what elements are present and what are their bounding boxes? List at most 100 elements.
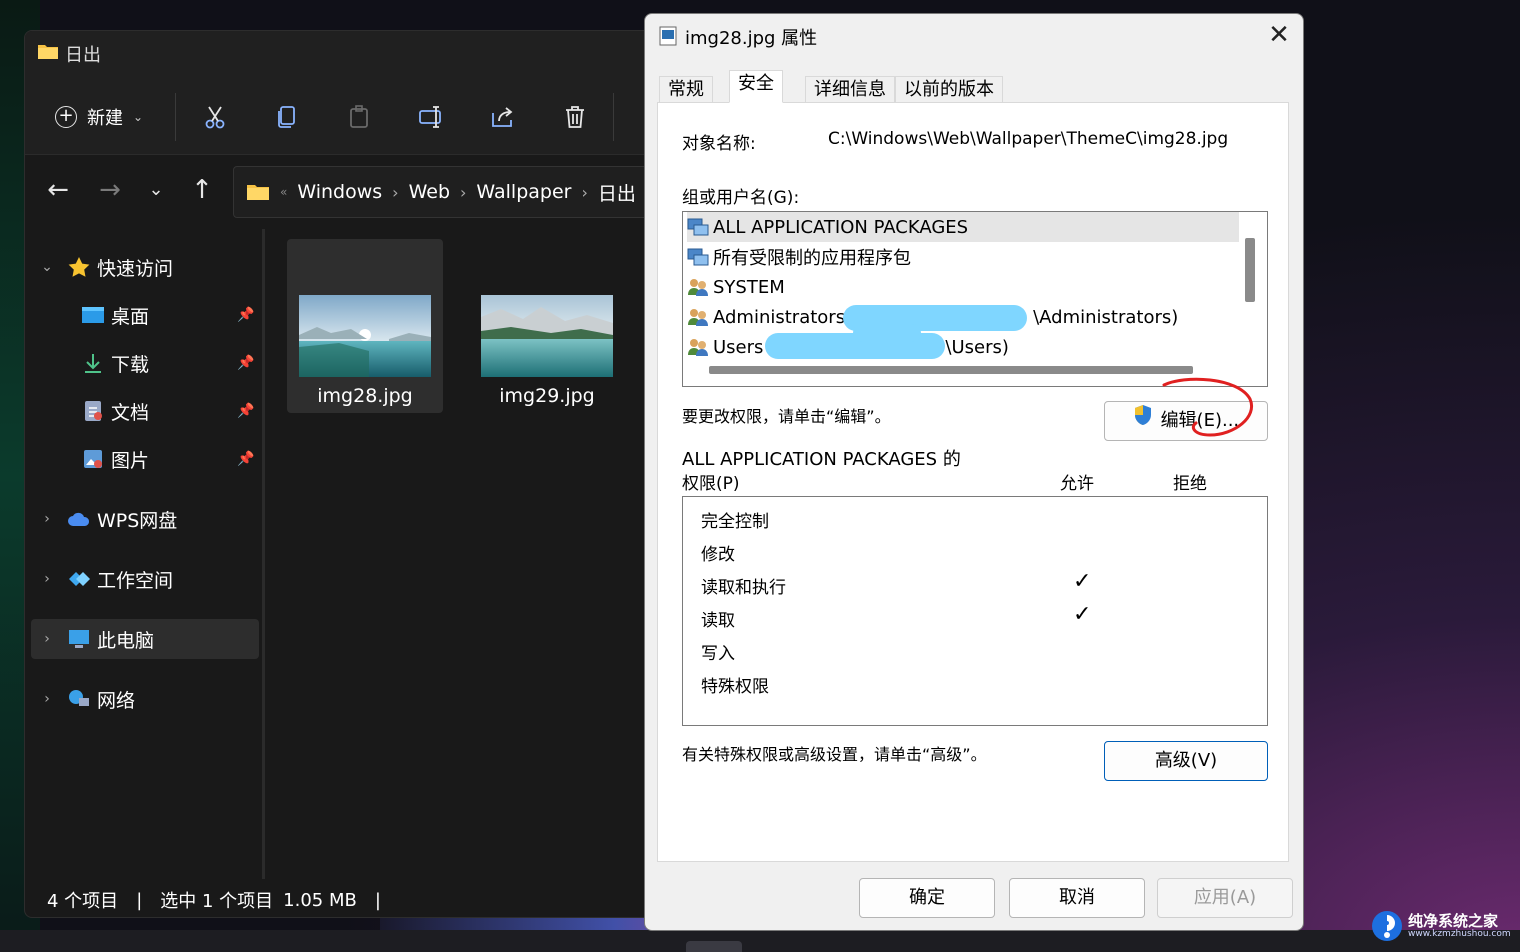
breadcrumb-windows[interactable]: Windows — [297, 181, 382, 203]
permission-read-execute: 读取和执行 — [701, 578, 786, 598]
users-group-icon — [688, 279, 708, 296]
expand-chevron-icon[interactable]: › — [37, 631, 57, 647]
tab-general[interactable]: 常规 — [659, 76, 713, 102]
security-panel: 对象名称: C:\Windows\Web\Wallpaper\ThemeC\im… — [657, 102, 1289, 862]
redaction-mark — [853, 324, 921, 342]
tab-security[interactable]: 安全 — [729, 70, 783, 103]
pin-icon[interactable]: 📌 — [237, 355, 254, 371]
apply-button[interactable]: 应用(A) — [1157, 878, 1293, 918]
sidebar-item-label: 桌面 — [111, 305, 150, 328]
documents-icon — [81, 400, 105, 422]
expand-chevron-icon[interactable]: › — [37, 691, 57, 707]
sidebar-item-label: 文档 — [111, 401, 150, 424]
toolbar-divider — [613, 93, 614, 141]
breadcrumb-separator-icon: › — [581, 182, 588, 202]
ok-button[interactable]: 确定 — [859, 878, 995, 918]
share-icon[interactable] — [489, 103, 517, 131]
breadcrumb-web[interactable]: Web — [409, 181, 450, 203]
copy-icon[interactable] — [273, 103, 301, 131]
close-icon[interactable]: ✕ — [1263, 20, 1295, 52]
sidebar-item-label: 此电脑 — [97, 629, 155, 652]
group-suffix: \Administrators) — [1033, 306, 1179, 328]
command-bar: + 新建 ⌄ — [25, 73, 663, 155]
sidebar-item-workspace[interactable]: › 工作空间 — [37, 559, 173, 599]
sidebar-item-label: 工作空间 — [97, 569, 174, 592]
sidebar-item-label: 网络 — [97, 689, 136, 712]
delete-icon[interactable] — [561, 103, 589, 131]
group-user-label: 组或用户名(G): — [682, 188, 800, 208]
image-thumbnail — [299, 295, 431, 377]
sidebar-item-label: 图片 — [111, 449, 150, 472]
window-title: 日出 — [65, 45, 101, 66]
expand-chevron-icon[interactable]: › — [37, 571, 57, 587]
sidebar-item-label: 快速访问 — [97, 257, 174, 280]
paste-icon[interactable] — [345, 103, 373, 131]
permissions-list[interactable]: 完全控制 修改 读取和执行 ✓ 读取 ✓ 写入 特殊权限 — [682, 496, 1268, 726]
object-path: C:\Windows\Web\Wallpaper\ThemeC\img28.jp… — [828, 129, 1229, 149]
rename-icon[interactable] — [417, 103, 445, 131]
up-arrow-icon[interactable]: ↑ — [187, 175, 217, 205]
sidebar-item-desktop[interactable]: 桌面 — [81, 295, 149, 335]
group-user-list[interactable]: ALL APPLICATION PACKAGES 所有受限制的应用程序包 SYS… — [682, 211, 1268, 387]
vertical-scrollbar[interactable] — [1245, 238, 1255, 302]
sidebar-item-documents[interactable]: 文档 — [81, 391, 149, 431]
advanced-button[interactable]: 高级(V) — [1104, 741, 1268, 781]
list-item-all-app-packages[interactable]: ALL APPLICATION PACKAGES — [687, 212, 1239, 242]
expand-chevron-icon[interactable]: › — [37, 511, 57, 527]
uac-shield-icon — [1133, 402, 1153, 440]
group-name: ALL APPLICATION PACKAGES — [713, 216, 969, 238]
recent-locations-chevron-icon[interactable]: ⌄ — [141, 175, 171, 205]
cut-icon[interactable] — [201, 103, 229, 131]
plus-icon: + — [55, 106, 77, 128]
horizontal-scrollbar[interactable] — [709, 366, 1193, 374]
file-explorer-window: 日出 + 新建 ⌄ ← → ⌄ ↑ « Windows › Web › Wall… — [24, 30, 664, 918]
watermark-logo: 纯净系统之家 www.kzmzhushou.com — [1370, 904, 1518, 948]
selection-count: 选中 1 个项目 — [160, 891, 274, 912]
permissions-label: 权限(P) — [682, 474, 740, 494]
forward-arrow-icon[interactable]: → — [95, 175, 125, 205]
network-icon — [67, 688, 91, 710]
dialog-title: img28.jpg 属性 — [685, 28, 818, 49]
address-bar[interactable]: « Windows › Web › Wallpaper › 日出 — [233, 166, 663, 218]
sidebar-item-wps[interactable]: › WPS网盘 — [37, 499, 177, 539]
star-icon — [67, 256, 91, 278]
sidebar-item-this-pc[interactable]: › 此电脑 — [37, 619, 154, 659]
status-separator: | — [374, 889, 381, 911]
file-name: img29.jpg — [499, 385, 595, 407]
folder-icon — [38, 45, 58, 59]
pin-icon[interactable]: 📌 — [237, 451, 254, 467]
tab-previous-versions[interactable]: 以前的版本 — [895, 76, 1003, 102]
cancel-button[interactable]: 取消 — [1009, 878, 1145, 918]
back-arrow-icon[interactable]: ← — [43, 175, 73, 205]
permission-modify: 修改 — [701, 545, 735, 565]
image-file-icon — [659, 26, 677, 46]
edit-button[interactable]: 编辑(E)... — [1104, 401, 1268, 441]
sidebar-item-label: WPS网盘 — [97, 509, 178, 532]
tab-details[interactable]: 详细信息 — [805, 76, 895, 102]
watermark-icon — [1372, 911, 1402, 941]
expand-chevron-icon[interactable]: ⌄ — [37, 259, 57, 275]
pin-icon[interactable]: 📌 — [237, 307, 254, 323]
new-button[interactable]: + 新建 ⌄ — [55, 103, 143, 131]
sidebar-item-quick-access[interactable]: ⌄ 快速访问 — [37, 247, 173, 287]
sidebar-item-pictures[interactable]: 图片 — [81, 439, 149, 479]
file-item-img28[interactable]: img28.jpg — [287, 239, 443, 413]
navigation-bar: ← → ⌄ ↑ « Windows › Web › Wallpaper › 日出 — [25, 155, 663, 229]
list-item-system[interactable]: SYSTEM — [687, 272, 785, 302]
breadcrumb-current[interactable]: 日出 — [598, 179, 636, 206]
pane-divider[interactable] — [262, 229, 265, 879]
file-item-img29[interactable]: img29.jpg — [469, 239, 625, 413]
pin-icon[interactable]: 📌 — [237, 403, 254, 419]
group-name: SYSTEM — [713, 276, 785, 298]
taskbar — [0, 930, 1520, 952]
breadcrumb-wallpaper[interactable]: Wallpaper — [476, 181, 571, 203]
overflow-chevron-icon[interactable]: « — [280, 185, 287, 199]
taskbar-item[interactable] — [686, 941, 742, 952]
list-item-restricted-app-packages[interactable]: 所有受限制的应用程序包 — [687, 242, 911, 272]
sidebar-item-downloads[interactable]: 下载 — [81, 343, 149, 383]
image-thumbnail — [481, 295, 613, 377]
sidebar-item-network[interactable]: › 网络 — [37, 679, 135, 719]
cloud-icon — [67, 508, 91, 530]
edit-hint: 要更改权限，请单击“编辑”。 — [682, 407, 891, 426]
check-icon: ✓ — [1073, 569, 1092, 594]
